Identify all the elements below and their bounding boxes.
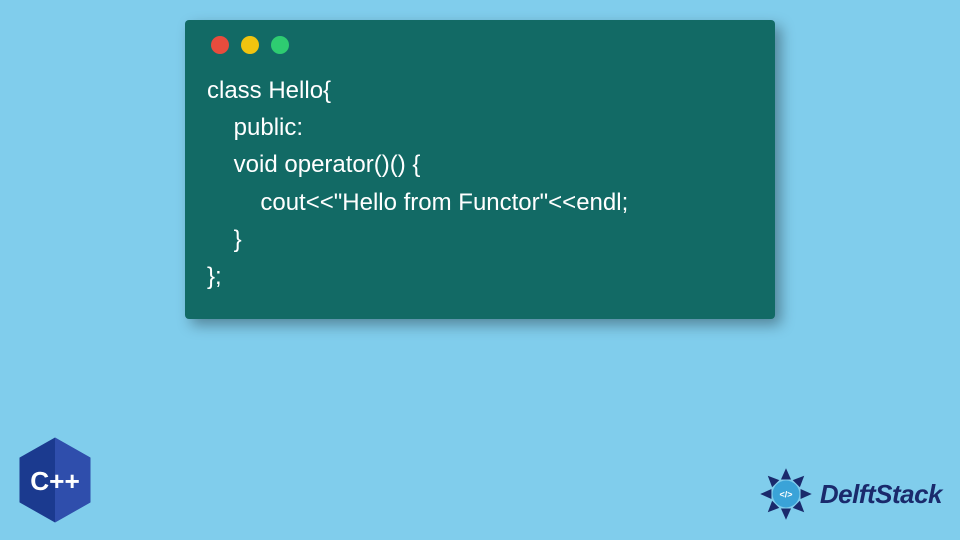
code-block: class Hello{ public: void operator()() {… — [207, 72, 753, 295]
window-traffic-lights — [211, 36, 753, 54]
cpp-language-badge-icon: C++ — [16, 436, 94, 524]
delftstack-star-icon: </> — [758, 466, 814, 522]
close-dot-icon — [211, 36, 229, 54]
minimize-dot-icon — [241, 36, 259, 54]
cpp-badge-label: C++ — [30, 466, 80, 496]
delftstack-wordmark: DelftStack — [820, 479, 942, 510]
maximize-dot-icon — [271, 36, 289, 54]
delftstack-logo: </> DelftStack — [758, 466, 942, 522]
delftstack-tag-symbol: </> — [779, 489, 792, 499]
code-window: class Hello{ public: void operator()() {… — [185, 20, 775, 319]
